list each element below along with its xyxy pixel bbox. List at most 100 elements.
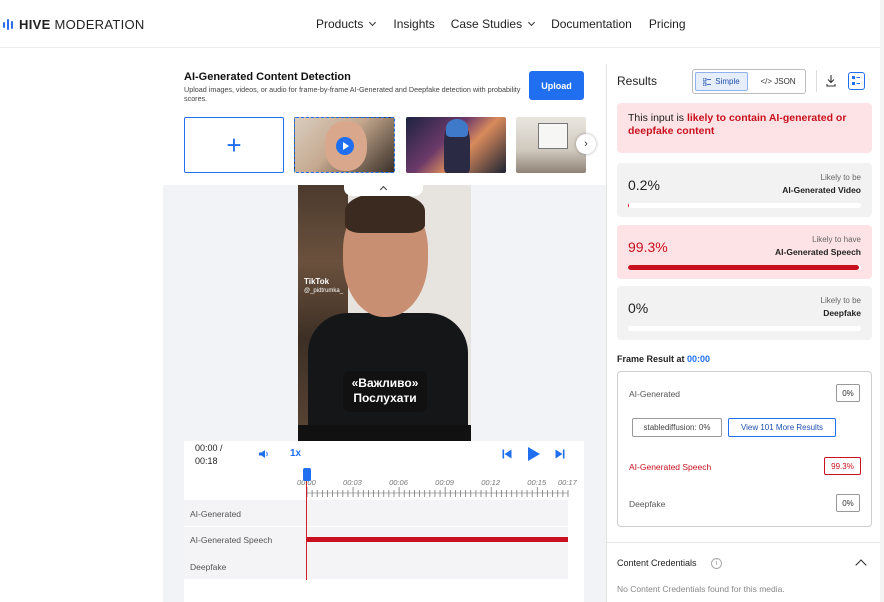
nav-pricing[interactable]: Pricing: [649, 17, 686, 31]
playhead-handle[interactable]: [303, 468, 311, 481]
view-more-results-button[interactable]: View 101 More Results: [728, 418, 836, 437]
tiktok-username: @_pidtrumka_: [304, 288, 344, 294]
result-likely-label: Likely to be: [820, 173, 861, 182]
video-caption: «Важливо» Послухати: [343, 371, 427, 412]
playback-speed-button[interactable]: 1x: [290, 448, 301, 459]
alert-prefix: This input is: [628, 112, 687, 124]
nav-products-label: Products: [316, 17, 364, 31]
thumbnail-window: [538, 123, 568, 149]
timeline-ruler[interactable]: [184, 466, 584, 500]
video-bottom-bar: [298, 425, 471, 441]
track-label-ai-generated: AI-Generated: [190, 509, 242, 519]
plus-icon: +: [226, 130, 242, 160]
content-credentials-title: Content Credentials: [617, 558, 697, 568]
frame-ai-generated-value: 0%: [836, 384, 860, 402]
detector-title: AI-Generated Content Detection: [184, 71, 351, 83]
chevron-up-icon: [379, 185, 388, 194]
panel-divider: [606, 64, 607, 602]
frame-result-time: 00:00: [687, 354, 711, 364]
result-progress-bar: [628, 265, 861, 270]
timeline-tick-label: 00:06: [389, 478, 408, 487]
logo-icon: [3, 19, 13, 30]
stablediffusion-chip: stablediffusion: 0%: [632, 418, 722, 437]
json-view-label: </> JSON: [760, 77, 796, 86]
section-divider: [607, 542, 884, 543]
chevron-up-icon[interactable]: [855, 559, 867, 571]
timeline-tick-label: 00:12: [481, 478, 501, 487]
collapse-samples-button[interactable]: [344, 180, 423, 196]
chevron-right-icon[interactable]: ›: [576, 134, 596, 154]
sample-thumbnail-selected[interactable]: [294, 117, 395, 173]
nav-pricing-label: Pricing: [648, 17, 686, 31]
result-class-label: AI-Generated Speech: [775, 247, 861, 257]
result-alert: This input is likely to contain AI-gener…: [617, 103, 872, 153]
frame-result-label: Frame Result at: [617, 354, 688, 364]
chevron-down-icon: [528, 18, 536, 27]
nav-documentation-label: Documentation: [551, 17, 632, 31]
hive-logo[interactable]: HIVE MODERATION: [3, 17, 145, 32]
play-icon[interactable]: [527, 446, 541, 462]
skip-back-icon[interactable]: [502, 449, 512, 459]
track-row-deepfake: [184, 553, 568, 579]
result-card-ai-video: 0.2% Likely to be AI-Generated Video: [617, 163, 872, 217]
results-title: Results: [617, 74, 658, 88]
video-person-hair: [345, 193, 425, 233]
timeline-tick-label: 00:03: [343, 478, 362, 487]
logo-name-bold: HIVE: [19, 17, 51, 32]
result-likely-label: Likely to have: [812, 235, 861, 244]
time-display: 00:00 / 00:18: [195, 442, 235, 468]
nav-case-studies[interactable]: Case Studies: [450, 17, 536, 31]
playhead-line: [306, 470, 307, 580]
result-class-label: AI-Generated Video: [782, 185, 861, 195]
caption-line-1: «Важливо»: [351, 376, 419, 390]
frame-ai-speech-value: 99.3%: [824, 457, 861, 475]
tiktok-watermark: TikTok: [304, 277, 330, 286]
result-likely-label: Likely to be: [820, 296, 861, 305]
track-row-ai-generated: [184, 500, 568, 526]
content-credentials-text: No Content Credentials found for this me…: [617, 584, 785, 594]
thumbnail-hair: [446, 119, 468, 137]
track-label-deepfake: Deepfake: [190, 562, 227, 572]
result-percent: 0.2%: [628, 177, 660, 193]
nav-case-studies-label: Case Studies: [450, 17, 523, 31]
result-progress-fill: [628, 265, 860, 270]
result-progress-bar: [628, 326, 861, 331]
add-media-button[interactable]: +: [184, 117, 284, 173]
nav-insights[interactable]: Insights: [393, 17, 434, 31]
skip-forward-icon[interactable]: [555, 449, 565, 459]
timeline-tick-label: 00:17: [558, 478, 577, 487]
logo-name-rest: MODERATION: [54, 17, 145, 32]
nav-products[interactable]: Products: [316, 17, 377, 31]
download-icon[interactable]: [826, 74, 836, 87]
sample-thumbnail[interactable]: [406, 117, 506, 173]
upload-button[interactable]: Upload: [529, 71, 584, 100]
simple-view-label: Simple: [715, 77, 740, 86]
ai-speech-detection-bar: [307, 537, 568, 542]
result-card-ai-speech: 99.3% Likely to have AI-Generated Speech: [617, 225, 872, 279]
play-icon: [336, 137, 354, 155]
info-icon[interactable]: i: [711, 558, 722, 569]
timeline-tick-label: 00:15: [527, 478, 547, 487]
json-view-button[interactable]: </> JSON: [752, 72, 804, 91]
caption-line-2: Послухати: [353, 391, 417, 405]
result-percent: 0%: [628, 300, 649, 316]
frame-deepfake-value: 0%: [836, 494, 860, 512]
main-nav: Products Insights Case Studies Documenta…: [316, 17, 686, 31]
toolbar-divider: [816, 70, 817, 92]
layout-toggle-icon[interactable]: [848, 72, 865, 90]
simple-view-button[interactable]: Simple: [695, 72, 748, 91]
timeline-tick-label: 00:09: [435, 478, 454, 487]
list-icon: [703, 77, 712, 86]
nav-insights-label: Insights: [393, 17, 435, 31]
volume-icon[interactable]: [258, 449, 270, 459]
frame-ai-generated-label: AI-Generated: [629, 389, 681, 399]
nav-documentation[interactable]: Documentation: [551, 17, 632, 31]
result-percent: 99.3%: [628, 239, 668, 255]
time-current: 00:00 /: [195, 443, 223, 453]
top-nav-bar: HIVE MODERATION Products Insights Case S…: [0, 0, 884, 48]
detector-description: Upload images, videos, or audio for fram…: [184, 85, 521, 103]
track-label-ai-speech: AI-Generated Speech: [190, 535, 273, 545]
chevron-down-icon: [369, 18, 377, 27]
frame-deepfake-label: Deepfake: [629, 499, 666, 509]
scrollbar-track[interactable]: [880, 0, 884, 602]
